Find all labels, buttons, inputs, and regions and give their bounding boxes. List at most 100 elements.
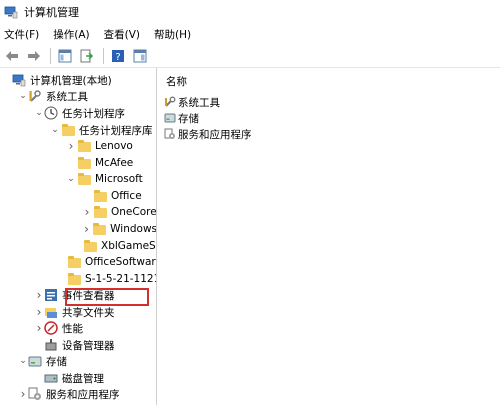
storage-icon: [28, 354, 42, 368]
tree-item[interactable]: › Windows: [0, 221, 157, 237]
chevron-down-icon[interactable]: ⌄: [50, 124, 60, 136]
tools-icon: [28, 89, 42, 103]
console-tree: 计算机管理(本地) ⌄ 系统工具 ⌄ 任务计划程序 ⌄ 任务计划程序库 › Lenovo McAf…: [0, 68, 157, 405]
tree-item-label: Windows: [110, 223, 157, 235]
disk-icon: [44, 371, 58, 385]
menu-action[interactable]: 操作(A): [53, 27, 89, 42]
tree-item[interactable]: Office: [0, 188, 156, 204]
tree-item-label: Microsoft: [95, 173, 143, 185]
folder-icon: [68, 273, 81, 285]
menu-file[interactable]: 文件(F): [4, 27, 39, 42]
tree-item-label: Lenovo: [95, 140, 133, 152]
chevron-right-icon[interactable]: ›: [18, 387, 28, 401]
tree-item[interactable]: ⌄ 任务计划程序: [0, 105, 156, 121]
tree-item[interactable]: › OneCore: [0, 204, 157, 220]
folder-icon: [68, 256, 81, 268]
folder-icon: [78, 173, 91, 185]
services-icon: [28, 387, 42, 401]
tree-item[interactable]: › 服务和应用程序: [0, 386, 156, 402]
tree-item-label: 磁盘管理: [62, 372, 104, 385]
chevron-right-icon[interactable]: ›: [34, 321, 44, 335]
tree-item[interactable]: XblGameSa: [0, 238, 156, 254]
tree-item-label: McAfee: [95, 157, 134, 169]
list-item[interactable]: 系统工具: [164, 94, 220, 110]
chevron-right-icon[interactable]: ›: [82, 222, 91, 236]
folder-icon: [84, 240, 97, 252]
tree-item[interactable]: 计算机管理(本地): [0, 72, 156, 88]
show-hide-action-pane-button[interactable]: [130, 46, 150, 66]
toolbar-separator: [50, 47, 51, 64]
back-button[interactable]: [2, 46, 22, 66]
export-list-button[interactable]: [77, 46, 97, 66]
tree-item[interactable]: OfficeSoftware: [0, 254, 156, 270]
tree-item-label: 任务计划程序库: [79, 124, 153, 137]
tree-item[interactable]: McAfee: [0, 155, 156, 171]
folder-icon: [94, 190, 107, 202]
tree-item[interactable]: ⌄ 系统工具: [0, 88, 156, 104]
folder-icon: [93, 223, 107, 235]
tree-item[interactable]: ⌄ Microsoft: [0, 171, 156, 187]
help-button[interactable]: ?: [108, 46, 128, 66]
chevron-right-icon[interactable]: ›: [66, 139, 76, 153]
tree-item-label: 系统工具: [46, 90, 88, 103]
chevron-right-icon[interactable]: ›: [34, 305, 44, 319]
tools-icon: [164, 96, 176, 108]
computer-management-icon: [4, 5, 18, 19]
tree-item[interactable]: 设备管理器: [0, 337, 156, 353]
shared-folder-icon: [44, 305, 58, 319]
list-item[interactable]: 服务和应用程序: [164, 126, 252, 142]
folder-icon: [94, 206, 107, 218]
computer-icon: [12, 73, 26, 87]
tree-item[interactable]: › 共享文件夹: [0, 304, 156, 320]
tree-item[interactable]: › Lenovo: [0, 138, 156, 154]
forward-arrow-icon: [28, 50, 40, 61]
list-item[interactable]: 存储: [164, 110, 199, 126]
tree-item-label: Office: [111, 190, 142, 202]
tree-item[interactable]: ⌄ 存储: [0, 353, 156, 369]
menu-help[interactable]: 帮助(H): [154, 27, 191, 42]
tree-item-label: 计算机管理(本地): [30, 74, 112, 87]
tree-item[interactable]: 磁盘管理: [0, 370, 156, 386]
chevron-right-icon[interactable]: ›: [34, 288, 44, 302]
toolbar-separator: [103, 47, 104, 64]
details-pane: 名称 系统工具 存储 服务和应用程序: [158, 68, 500, 405]
chevron-down-icon[interactable]: ⌄: [66, 173, 76, 185]
list-item-label: 存储: [178, 112, 199, 125]
folder-icon: [62, 124, 75, 136]
tree-item-label: 共享文件夹: [62, 306, 115, 319]
chevron-right-icon[interactable]: ›: [82, 205, 92, 219]
console-tree-icon: [58, 49, 72, 62]
tree-item-label: OneCore: [111, 206, 157, 218]
export-icon: [80, 49, 94, 62]
menu-bar: 文件(F) 操作(A) 查看(V) 帮助(H): [0, 24, 500, 44]
performance-icon: [44, 321, 58, 335]
chevron-down-icon[interactable]: ⌄: [18, 90, 28, 102]
back-arrow-icon: [6, 50, 18, 61]
tree-item[interactable]: S-1-5-21-11212: [0, 271, 156, 287]
chevron-down-icon[interactable]: ⌄: [18, 355, 28, 367]
tree-item-label: 任务计划程序: [62, 107, 125, 120]
title-bar: 计算机管理: [0, 0, 500, 24]
tree-item[interactable]: ⌄ 任务计划程序库: [0, 122, 156, 138]
show-hide-tree-button[interactable]: [55, 46, 75, 66]
tree-item-label: 设备管理器: [62, 339, 115, 352]
tree-item-label: S-1-5-21-11212: [85, 273, 156, 285]
help-icon: ?: [112, 49, 124, 63]
chevron-down-icon[interactable]: ⌄: [34, 107, 44, 119]
forward-button[interactable]: [24, 46, 44, 66]
folder-icon: [78, 140, 91, 152]
tree-item-label: 性能: [62, 322, 83, 335]
folder-icon: [78, 157, 91, 169]
tree-item[interactable]: › 性能: [0, 320, 156, 336]
selection-highlight-box: [65, 288, 149, 306]
svg-text:?: ?: [115, 52, 120, 63]
tree-item-label: 服务和应用程序: [46, 388, 120, 401]
menu-view[interactable]: 查看(V): [104, 27, 140, 42]
list-item-label: 系统工具: [178, 96, 220, 109]
action-pane-icon: [133, 49, 147, 62]
clock-icon: [44, 106, 58, 120]
column-header-name[interactable]: 名称: [166, 74, 187, 89]
